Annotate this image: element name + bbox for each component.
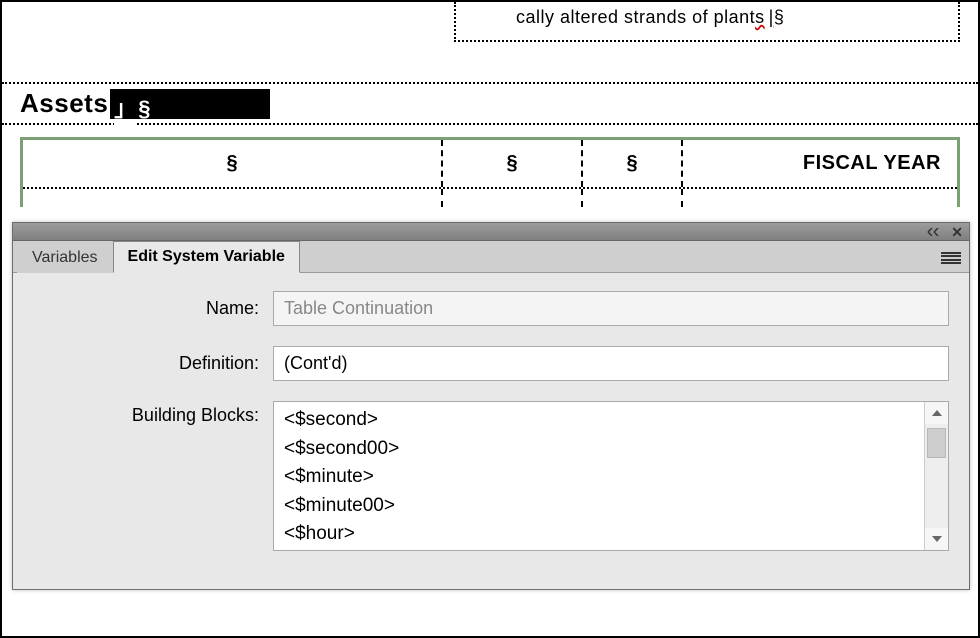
label-name: Name: — [33, 298, 273, 319]
row-definition: Definition: — [33, 346, 949, 381]
variables-panel: ✕ Variables Edit System Variable Name: D… — [12, 222, 970, 590]
th-col1[interactable]: § — [23, 140, 443, 187]
row-name: Name: — [33, 291, 949, 326]
list-item[interactable]: <$second> — [284, 406, 914, 435]
panel-body: Name: Definition: Building Blocks: <$sec… — [13, 273, 969, 589]
list-item[interactable]: <$second00> — [284, 435, 914, 464]
building-blocks-items: <$second> <$second00> <$minute> <$minute… — [274, 402, 924, 550]
close-icon[interactable]: ✕ — [951, 225, 963, 239]
tab-variables[interactable]: Variables — [17, 242, 113, 273]
list-item[interactable]: <$minute00> — [284, 492, 914, 521]
th-col4[interactable]: FISCAL YEAR — [683, 140, 957, 187]
scrollbar[interactable] — [924, 402, 948, 550]
label-definition: Definition: — [33, 353, 273, 374]
scroll-track[interactable] — [925, 424, 948, 528]
tab-edit-system-variable[interactable]: Edit System Variable — [113, 241, 300, 273]
body-text-fragment: cally altered strands of plants|§ — [456, 2, 958, 33]
heading-text: Assets — [20, 88, 108, 119]
panel-tab-bar: Variables Edit System Variable — [13, 241, 969, 273]
list-item[interactable]: <$minute> — [284, 463, 914, 492]
list-item[interactable]: <$hour> — [284, 520, 914, 549]
building-blocks-list[interactable]: <$second> <$second00> <$minute> <$minute… — [273, 401, 949, 551]
scroll-up-icon[interactable] — [925, 402, 948, 424]
th-col3[interactable]: § — [583, 140, 683, 187]
input-name — [273, 291, 949, 326]
row-building-blocks: Building Blocks: <$second> <$second00> <… — [33, 401, 949, 551]
panel-titlebar[interactable]: ✕ — [13, 223, 969, 241]
selection-highlight[interactable]: 」§ — [110, 89, 270, 119]
collapse-icon[interactable] — [927, 227, 941, 237]
scroll-down-icon[interactable] — [925, 528, 948, 550]
th-col2[interactable]: § — [443, 140, 583, 187]
assets-table[interactable]: § § § FISCAL YEAR — [20, 137, 960, 207]
label-building-blocks: Building Blocks: — [33, 401, 273, 426]
panel-menu-icon[interactable] — [941, 250, 961, 266]
table-header-row: § § § FISCAL YEAR — [23, 140, 957, 189]
heading-row[interactable]: Assets 」§ — [2, 82, 978, 125]
scroll-thumb[interactable] — [927, 428, 946, 458]
document-area: cally altered strands of plants|§ Assets… — [2, 2, 978, 207]
input-definition[interactable] — [273, 346, 949, 381]
